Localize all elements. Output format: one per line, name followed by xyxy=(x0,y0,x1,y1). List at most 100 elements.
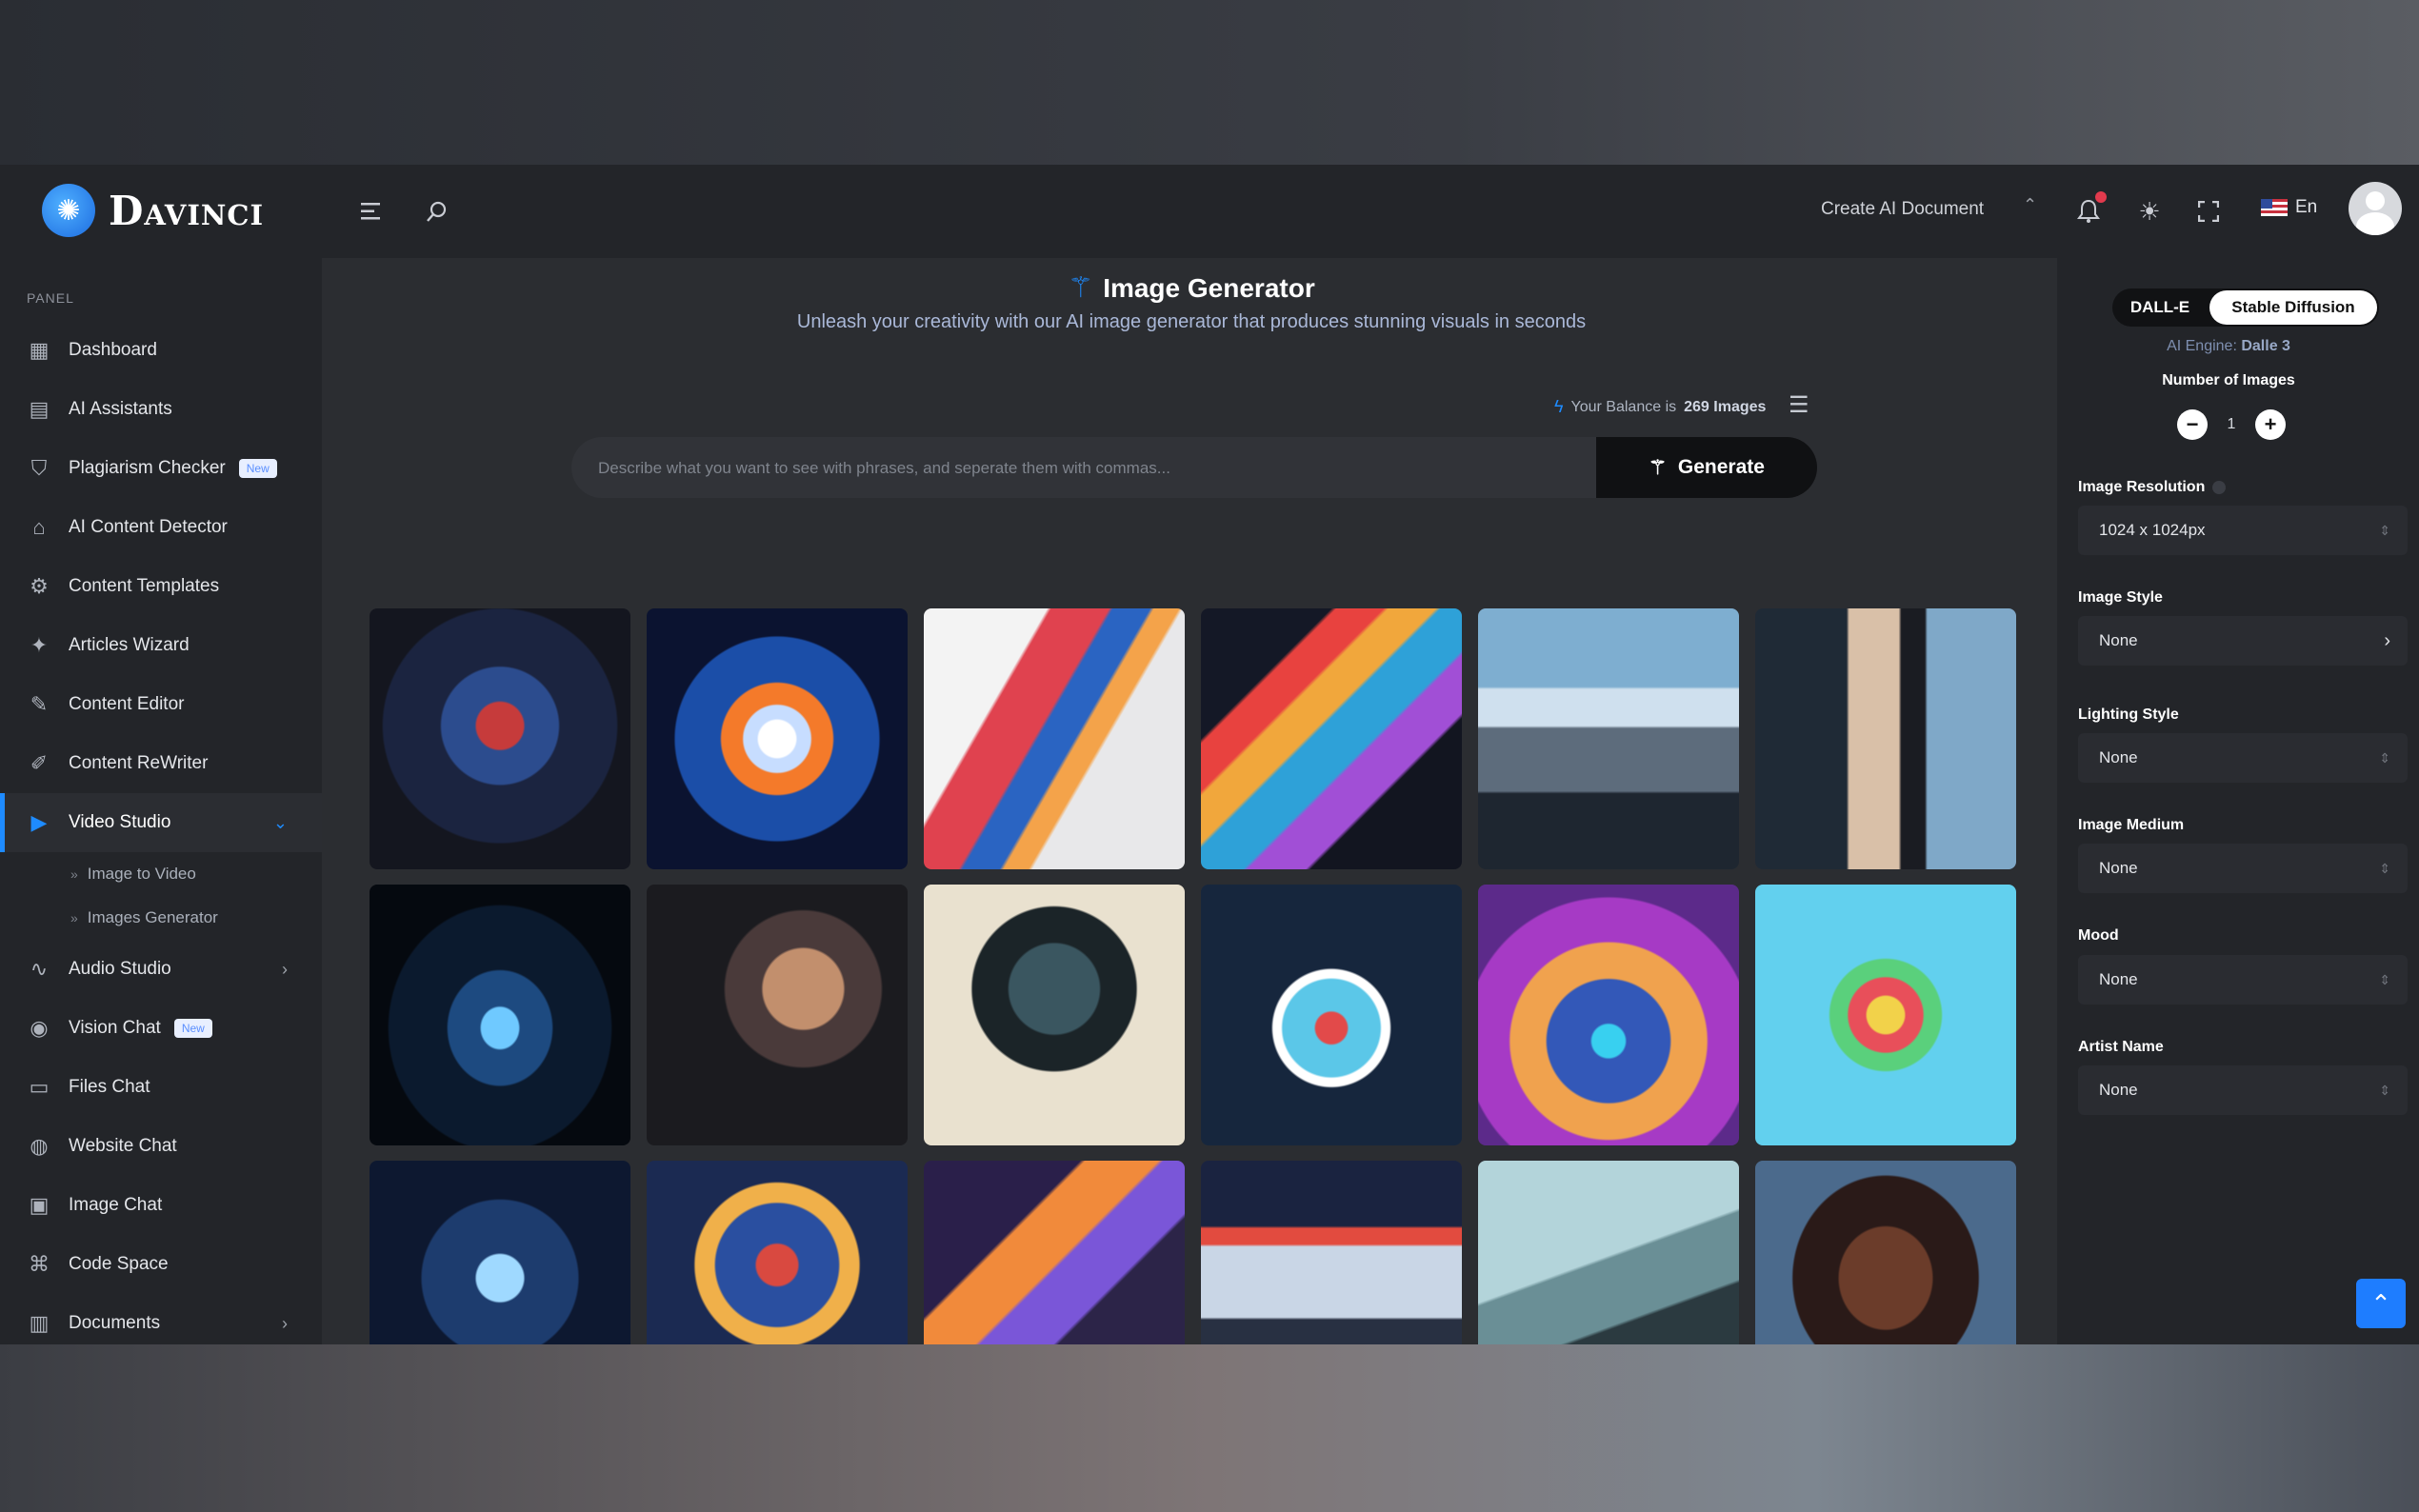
image-style-select[interactable]: None › xyxy=(2078,616,2408,666)
gallery-image[interactable] xyxy=(1478,1161,1739,1344)
us-flag-icon xyxy=(2261,199,2288,216)
plus-icon[interactable]: + xyxy=(2255,409,2286,440)
gallery-image[interactable] xyxy=(1201,885,1462,1145)
select-arrows-icon: ⇕ xyxy=(2379,971,2390,987)
language-selector[interactable]: En xyxy=(2261,197,2317,218)
sidebar-item-label: Content Editor xyxy=(69,694,185,714)
sidebar-item-content-editor[interactable]: ✎ Content Editor xyxy=(0,675,322,734)
theme-sun-icon[interactable]: ☀ xyxy=(2131,193,2168,229)
sidebar-item-ai-content-detector[interactable]: ⌂ AI Content Detector xyxy=(0,498,322,557)
sidebar-item-ai-assistants[interactable]: ▤ AI Assistants xyxy=(0,380,322,439)
image-resolution-select[interactable]: 1024 x 1024px ⇕ xyxy=(2078,506,2408,555)
create-ai-document-menu[interactable]: Create AI Document xyxy=(1821,199,1984,220)
sidebar-item-label: Code Space xyxy=(69,1254,169,1274)
folder-icon: ▭ xyxy=(29,1075,50,1099)
sidebar-item-label: Image Chat xyxy=(69,1195,163,1215)
gear-icon: ⚙ xyxy=(30,574,49,598)
mood-select[interactable]: None ⇕ xyxy=(2078,955,2408,1005)
minus-icon[interactable]: − xyxy=(2177,409,2208,440)
chevron-up-icon[interactable]: ⌃ xyxy=(2023,195,2037,215)
shield-icon: ⛉ xyxy=(30,456,48,480)
image-style-label: Image Style xyxy=(2078,589,2163,606)
gallery-image[interactable] xyxy=(647,608,908,869)
sidebar-subitem-label: Image to Video xyxy=(87,865,196,883)
fullscreen-icon[interactable] xyxy=(2190,193,2227,229)
waveform-icon: ∿ xyxy=(30,957,49,981)
balance-value: 269 Images xyxy=(1684,398,1767,415)
sidebar-item-label: AI Content Detector xyxy=(69,517,228,537)
gallery-image[interactable] xyxy=(370,608,630,869)
info-icon[interactable] xyxy=(2212,480,2227,494)
language-label: En xyxy=(2295,197,2318,217)
chevron-right-icon: › xyxy=(282,959,288,979)
select-value: None xyxy=(2099,631,2138,649)
sliders-settings-icon[interactable]: ☰ xyxy=(1789,391,1809,419)
gallery-image[interactable] xyxy=(1755,608,2016,869)
gallery-image[interactable] xyxy=(370,1161,630,1344)
mood-label: Mood xyxy=(2078,927,2119,944)
settings-panel: DALL-E Stable Diffusion AI Engine: Dalle… xyxy=(2057,258,2419,1344)
balance-prefix: Your Balance is xyxy=(1570,398,1677,415)
engine-dalle-tab[interactable]: DALL-E xyxy=(2112,288,2208,327)
notification-dot xyxy=(2095,191,2107,203)
sidebar-item-content-templates[interactable]: ⚙ Content Templates xyxy=(0,557,322,616)
image-gallery xyxy=(370,608,2016,1344)
gallery-image[interactable] xyxy=(1201,608,1462,869)
prompt-input[interactable] xyxy=(571,437,1676,500)
sidebar-item-audio-studio[interactable]: ∿ Audio Studio › xyxy=(0,940,322,999)
engine-value: Dalle 3 xyxy=(2241,338,2290,354)
sidebar-item-video-studio[interactable]: ▶ Video Studio ⌄ xyxy=(0,793,322,852)
sidebar-item-vision-chat[interactable]: ◉ Vision Chat New xyxy=(0,999,322,1058)
sidebar-item-image-chat[interactable]: ▣ Image Chat xyxy=(0,1176,322,1235)
user-avatar[interactable] xyxy=(2349,182,2402,235)
gallery-image[interactable] xyxy=(1478,608,1739,869)
artist-name-select[interactable]: None ⇕ xyxy=(2078,1065,2408,1115)
desktop-backdrop-top xyxy=(0,0,2419,165)
lighting-style-select[interactable]: None ⇕ xyxy=(2078,733,2408,783)
sidebar-item-articles-wizard[interactable]: ✦ Articles Wizard xyxy=(0,616,322,675)
sidebar-item-label: Files Chat xyxy=(69,1077,150,1097)
gallery-image[interactable] xyxy=(370,885,630,1145)
gallery-image[interactable] xyxy=(1201,1161,1462,1344)
dashboard-icon: ▦ xyxy=(29,338,50,362)
select-arrows-icon: ⇕ xyxy=(2379,1082,2390,1098)
sidebar-item-dashboard[interactable]: ▦ Dashboard xyxy=(0,321,322,380)
sidebar-subitem-image-to-video[interactable]: » Image to Video xyxy=(0,852,322,896)
new-badge: New xyxy=(173,1019,212,1038)
bullet-icon: » xyxy=(70,866,78,882)
search-icon[interactable] xyxy=(419,193,455,229)
gallery-image[interactable] xyxy=(924,608,1185,869)
top-bar: ✺ Davinci Create AI Document ⌃ ☀ En xyxy=(0,165,2419,258)
image-medium-select[interactable]: None ⇕ xyxy=(2078,844,2408,893)
sidebar-item-label: Audio Studio xyxy=(69,959,171,979)
sidebar-item-label: Plagiarism Checker xyxy=(69,458,226,478)
gallery-image[interactable] xyxy=(647,1161,908,1344)
sidebar-item-website-chat[interactable]: ◍ Website Chat xyxy=(0,1117,322,1176)
brand-logo[interactable]: ✺ Davinci xyxy=(42,184,264,237)
sidebar-subitem-images-generator[interactable]: » Images Generator xyxy=(0,896,322,940)
sidebar-item-content-rewriter[interactable]: ✐ Content ReWriter xyxy=(0,734,322,793)
sidebar-item-documents[interactable]: ▥ Documents › xyxy=(0,1294,322,1344)
select-arrows-icon: ⇕ xyxy=(2379,522,2390,538)
sidebar-item-code-space[interactable]: ⌘ Code Space xyxy=(0,1235,322,1294)
documents-icon: ▥ xyxy=(29,1311,50,1335)
chevron-right-icon: › xyxy=(282,1313,288,1333)
sidebar-item-plagiarism-checker[interactable]: ⛉ Plagiarism Checker New xyxy=(0,439,322,498)
sidebar-item-files-chat[interactable]: ▭ Files Chat xyxy=(0,1058,322,1117)
generate-button[interactable]: ⚚ Generate xyxy=(1596,437,1817,498)
gallery-image[interactable] xyxy=(647,885,908,1145)
number-of-images-value: 1 xyxy=(2227,416,2236,432)
menu-toggle-icon[interactable] xyxy=(354,193,390,229)
brain-logo-icon: ✺ xyxy=(42,184,95,237)
gallery-image[interactable] xyxy=(924,885,1185,1145)
chevron-down-icon: ⌄ xyxy=(272,812,288,832)
gallery-image[interactable] xyxy=(924,1161,1185,1344)
image-resolution-label: Image Resolution xyxy=(2078,479,2227,496)
gallery-image[interactable] xyxy=(1755,1161,2016,1344)
scroll-to-top-button[interactable]: ⌃ xyxy=(2356,1279,2406,1328)
gallery-image[interactable] xyxy=(1755,885,2016,1145)
lighting-style-label: Lighting Style xyxy=(2078,706,2179,723)
gallery-image[interactable] xyxy=(1478,885,1739,1145)
number-of-images-label: Number of Images xyxy=(2162,372,2295,388)
engine-stable-diffusion-tab[interactable]: Stable Diffusion xyxy=(2209,290,2377,325)
